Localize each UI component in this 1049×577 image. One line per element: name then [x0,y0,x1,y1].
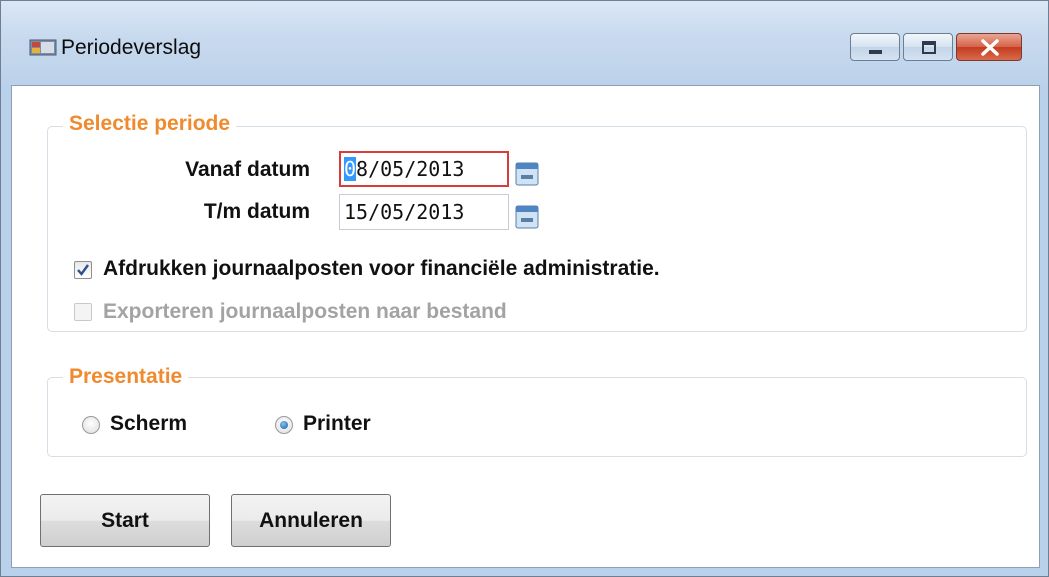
dialog-client-area: Selectie periode Vanaf datum 08/05/2013 … [11,85,1040,568]
to-date-label: T/m datum [203,200,310,223]
presentation-group [47,377,1027,457]
radio-selected-dot [280,421,288,429]
printer-radio[interactable] [275,416,293,434]
to-date-input[interactable]: 15/05/2013 [339,194,509,230]
to-calendar-icon[interactable] [515,205,539,229]
print-journal-checkbox[interactable] [74,261,92,279]
minimize-button[interactable] [850,33,900,61]
title-bar[interactable]: Periodeverslag [1,1,1048,85]
screen-radio[interactable] [82,416,100,434]
close-button[interactable] [956,33,1022,61]
from-calendar-icon[interactable] [515,162,539,186]
checkmark-icon [77,264,89,276]
cancel-button[interactable]: Annuleren [231,494,391,547]
from-date-label: Vanaf datum [185,158,310,181]
printer-radio-label[interactable]: Printer [303,412,371,436]
selection-legend: Selectie periode [63,112,237,136]
maximize-icon [922,41,936,54]
print-journal-label[interactable]: Afdrukken journaalposten voor financiële… [103,257,660,281]
dialog-window: Periodeverslag Selectie periode Vanaf da… [0,0,1049,577]
presentation-legend: Presentatie [63,365,189,389]
export-journal-checkbox[interactable] [74,303,92,321]
screen-radio-label[interactable]: Scherm [110,412,187,436]
app-icon [29,39,57,56]
close-icon [981,39,999,56]
start-button[interactable]: Start [40,494,210,547]
export-journal-label[interactable]: Exporteren journaalposten naar bestand [103,300,507,324]
window-title: Periodeverslag [61,36,202,59]
from-date-input[interactable]: 08/05/2013 [339,151,509,187]
maximize-button[interactable] [903,33,953,61]
minimize-icon [869,50,882,54]
